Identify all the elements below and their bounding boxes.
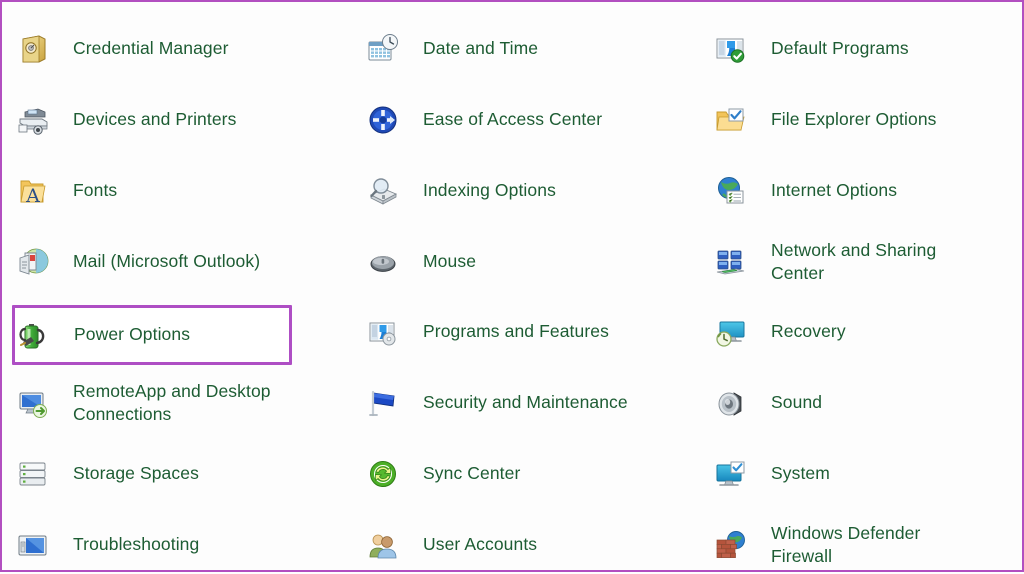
control-panel-item-label: User Accounts [423,534,538,555]
control-panel-item-label: RemoteApp and Desktop Connections [73,380,271,424]
fonts-icon: A [14,172,52,210]
sync-center-icon [364,455,402,493]
network-and-sharing-icon [712,243,750,281]
remoteapp-icon [14,384,52,422]
control-panel-item-label: Security and Maintenance [423,392,628,413]
user-accounts-icon [364,526,402,564]
svg-text:A: A [25,185,40,207]
control-panel-item-windows-defender-firewall[interactable]: Windows Defender Firewall [712,517,1024,573]
control-panel-item-ease-of-access-center[interactable]: Ease of Access Center [364,92,700,148]
control-panel-item-network-and-sharing-center[interactable]: Network and Sharing Center [712,234,1024,290]
control-panel-item-label: Power Options [74,324,191,345]
programs-and-features-icon [364,313,402,351]
date-and-time-icon [364,30,402,68]
control-panel-item-system[interactable]: System [712,446,1024,502]
control-panel-item-label: Indexing Options [423,180,556,201]
control-panel-item-label: Ease of Access Center [423,109,603,130]
control-panel-item-label: Troubleshooting [73,534,200,555]
control-panel-item-label: Storage Spaces [73,463,199,484]
storage-spaces-icon [14,455,52,493]
control-panel-item-sync-center[interactable]: Sync Center [364,446,700,502]
control-panel-item-mail-microsoft-outlook[interactable]: Mail (Microsoft Outlook) [14,234,350,290]
control-panel-item-storage-spaces[interactable]: Storage Spaces [14,446,350,502]
control-panel-window: Credential Manager Devices and Printers … [0,0,1024,572]
control-panel-item-recovery[interactable]: Recovery [712,304,1024,360]
control-panel-item-label: Recovery [771,321,846,342]
control-panel-item-label: Mouse [423,251,477,272]
control-panel-item-troubleshooting[interactable]: Troubleshooting [14,517,350,573]
control-panel-item-file-explorer-options[interactable]: File Explorer Options [712,92,1024,148]
control-panel-item-label: Default Programs [771,38,909,59]
control-panel-item-sound[interactable]: Sound [712,375,1024,431]
sound-icon [712,384,750,422]
control-panel-item-indexing-options[interactable]: Indexing Options [364,163,700,219]
control-panel-item-label: Internet Options [771,180,898,201]
control-panel-item-label: Sound [771,392,823,413]
control-panel-item-label: Mail (Microsoft Outlook) [73,251,261,272]
devices-and-printers-icon [14,101,52,139]
power-options-icon [15,316,53,354]
file-explorer-options-icon [712,101,750,139]
credential-manager-icon [14,30,52,68]
control-panel-item-label: Devices and Printers [73,109,237,130]
indexing-options-icon [364,172,402,210]
recovery-icon [712,313,750,351]
control-panel-items-grid: Credential Manager Devices and Printers … [2,2,1024,574]
control-panel-item-label: Sync Center [423,463,521,484]
ease-of-access-icon [364,101,402,139]
control-panel-item-remoteapp-and-desktop-connections[interactable]: RemoteApp and Desktop Connections [14,375,350,431]
control-panel-item-default-programs[interactable]: Default Programs [712,21,1024,77]
control-panel-item-label: Network and Sharing Center [771,239,937,283]
system-icon [712,455,750,493]
windows-defender-firewall-icon [712,526,750,564]
control-panel-item-label: Date and Time [423,38,539,59]
mouse-icon [364,243,402,281]
control-panel-item-mouse[interactable]: Mouse [364,234,700,290]
control-panel-item-user-accounts[interactable]: User Accounts [364,517,700,573]
control-panel-item-security-and-maintenance[interactable]: Security and Maintenance [364,375,700,431]
security-and-maintenance-icon [364,384,402,422]
control-panel-item-label: Windows Defender Firewall [771,522,921,566]
troubleshooting-icon [14,526,52,564]
control-panel-item-fonts[interactable]: A Fonts [14,163,350,219]
control-panel-item-label: System [771,463,830,484]
control-panel-item-credential-manager[interactable]: Credential Manager [14,21,350,77]
control-panel-item-programs-and-features[interactable]: Programs and Features [364,304,700,360]
control-panel-item-internet-options[interactable]: Internet Options [712,163,1024,219]
control-panel-item-label: Credential Manager [73,38,229,59]
control-panel-item-label: Fonts [73,180,118,201]
control-panel-item-label: File Explorer Options [771,109,937,130]
control-panel-item-date-and-time[interactable]: Date and Time [364,21,700,77]
control-panel-item-devices-and-printers[interactable]: Devices and Printers [14,92,350,148]
default-programs-icon [712,30,750,68]
mail-icon [14,243,52,281]
control-panel-item-label: Programs and Features [423,321,609,342]
control-panel-item-power-options[interactable]: Power Options [12,305,292,365]
internet-options-icon [712,172,750,210]
